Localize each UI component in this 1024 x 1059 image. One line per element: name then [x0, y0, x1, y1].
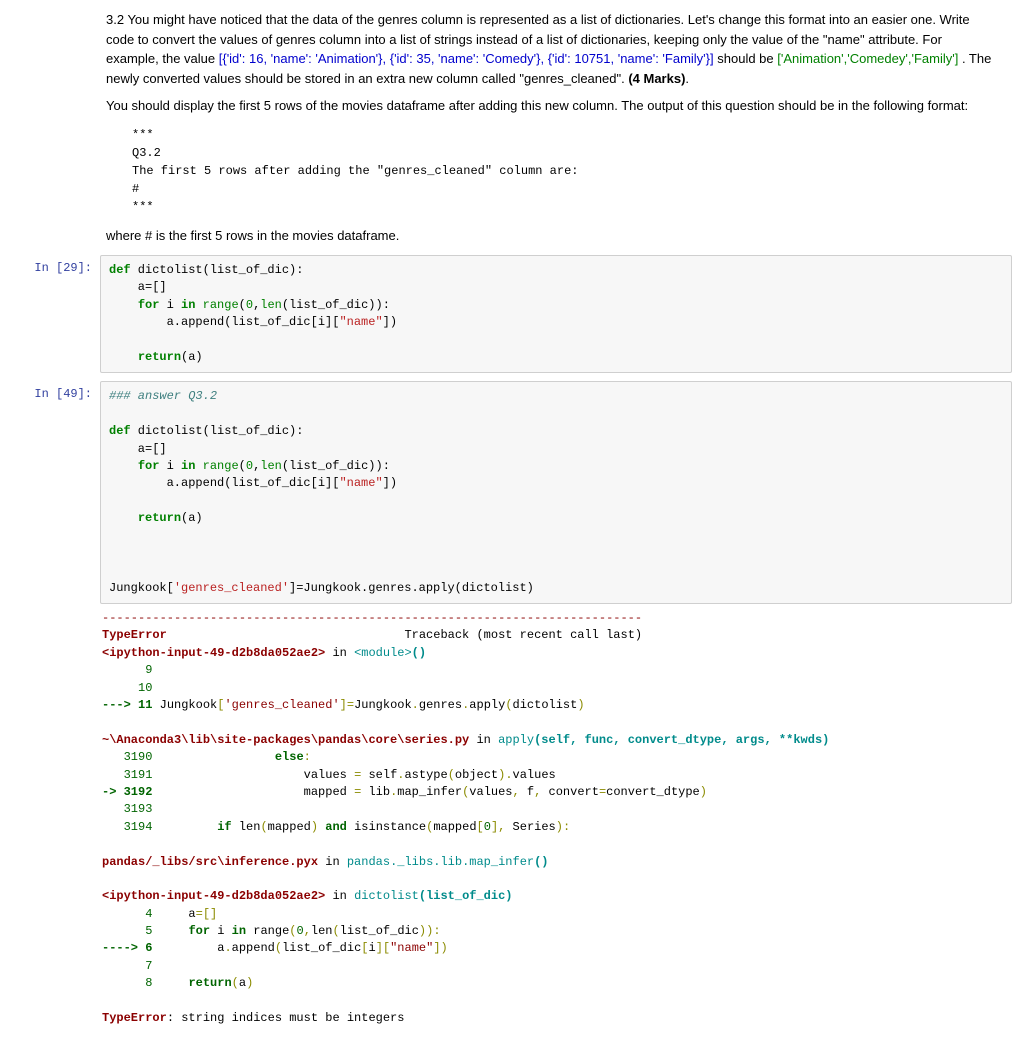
error-output: ----------------------------------------… [100, 604, 1012, 1033]
question-text: 3.2 You might have noticed that the data… [106, 10, 994, 245]
example-output: ['Animation','Comedey','Family'] [777, 51, 958, 66]
code-input[interactable]: def dictolist(list_of_dic): a=[] for i i… [100, 255, 1012, 373]
where-hash: where # is the first 5 rows in the movie… [106, 226, 994, 246]
mid-text: should be [717, 51, 777, 66]
expected-output: *** Q3.2 The first 5 rows after adding t… [132, 126, 994, 216]
dot: . [685, 71, 689, 86]
example-input: [{'id': 16, 'name': 'Animation'}, {'id':… [219, 51, 714, 66]
format-hint: You should display the first 5 rows of t… [106, 96, 994, 116]
code-input[interactable]: ### answer Q3.2 def dictolist(list_of_di… [100, 381, 1012, 604]
code-cell[interactable]: In [29]: def dictolist(list_of_dic): a=[… [0, 253, 1024, 375]
input-prompt: In [29]: [0, 255, 100, 373]
input-prompt: In [49]: [0, 381, 100, 1033]
marks: (4 Marks) [628, 71, 685, 86]
code-cell-selected[interactable]: In [49]: ### answer Q3.2 def dictolist(l… [0, 379, 1024, 1035]
notebook-page: 3.2 You might have noticed that the data… [0, 10, 1024, 1059]
